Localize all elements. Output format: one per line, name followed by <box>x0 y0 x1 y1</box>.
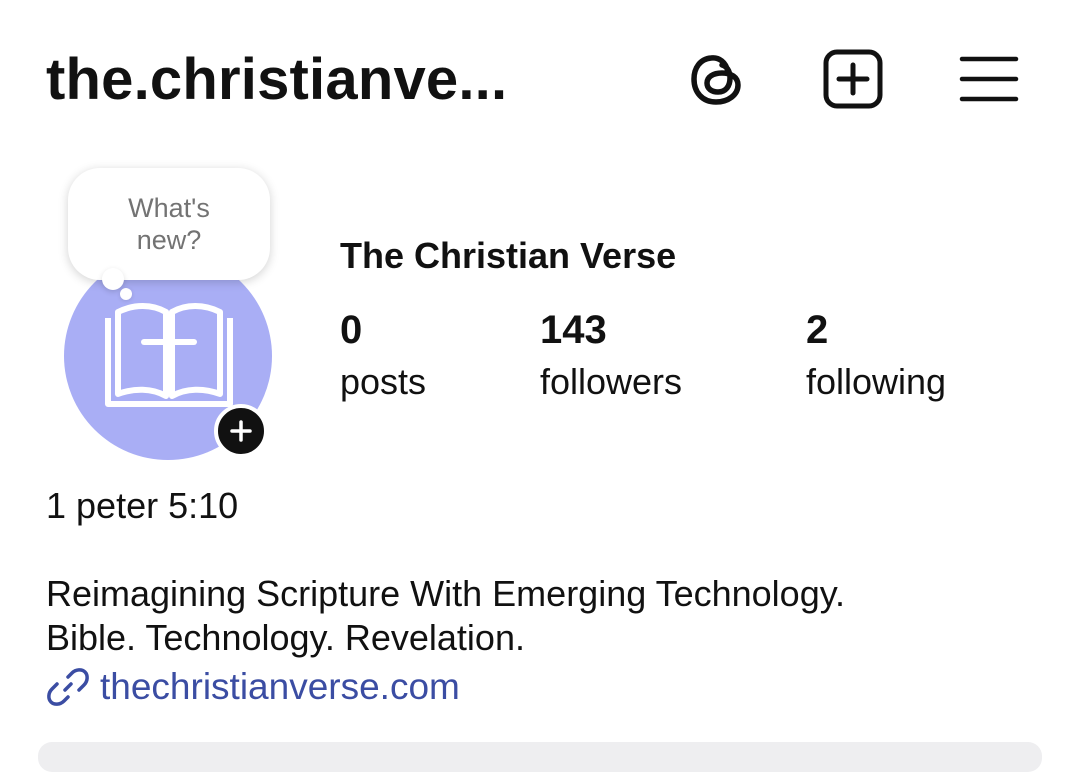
note-bubble-tail-small <box>120 288 132 300</box>
threads-button[interactable] <box>684 46 750 112</box>
display-name: The Christian Verse <box>340 235 677 276</box>
followers-label: followers <box>540 361 683 402</box>
posts-count: 0 <box>340 308 363 352</box>
bio-line: Reimagining Scripture With Emerging Tech… <box>46 573 846 614</box>
profile-bio: Reimagining Scripture With Emerging Tech… <box>46 572 845 660</box>
followers-count: 143 <box>540 308 607 352</box>
link-icon <box>47 668 89 706</box>
menu-button[interactable] <box>956 46 1022 112</box>
profile-link-text[interactable]: thechristianverse.com <box>100 664 460 710</box>
following-count: 2 <box>806 308 829 352</box>
profile-link[interactable]: thechristianverse.com <box>46 664 460 710</box>
create-button[interactable] <box>820 46 886 112</box>
threads-icon <box>691 55 741 105</box>
open-bible-cross-icon <box>105 303 233 407</box>
stat-following[interactable]: 2 following <box>806 306 946 410</box>
username-title[interactable]: the.christianve... <box>46 44 507 116</box>
stat-posts[interactable]: 0 posts <box>340 306 426 410</box>
profile-header: the.christianve... <box>0 0 1080 160</box>
note-bubble-tail <box>102 268 124 290</box>
plus-icon <box>230 420 252 442</box>
bottom-card-edge <box>38 742 1042 772</box>
add-story-button[interactable] <box>214 404 268 458</box>
posts-label: posts <box>340 361 427 402</box>
note-bubble[interactable]: What's new? <box>68 168 270 280</box>
following-label: following <box>806 361 947 402</box>
hamburger-menu-icon <box>959 56 1019 102</box>
plus-square-icon <box>823 49 883 109</box>
stat-followers[interactable]: 143 followers <box>540 306 682 410</box>
note-text: What's new? <box>128 193 210 255</box>
profile-category: 1 peter 5:10 <box>46 485 239 526</box>
bio-line: Bible. Technology. Revelation. <box>46 617 525 658</box>
